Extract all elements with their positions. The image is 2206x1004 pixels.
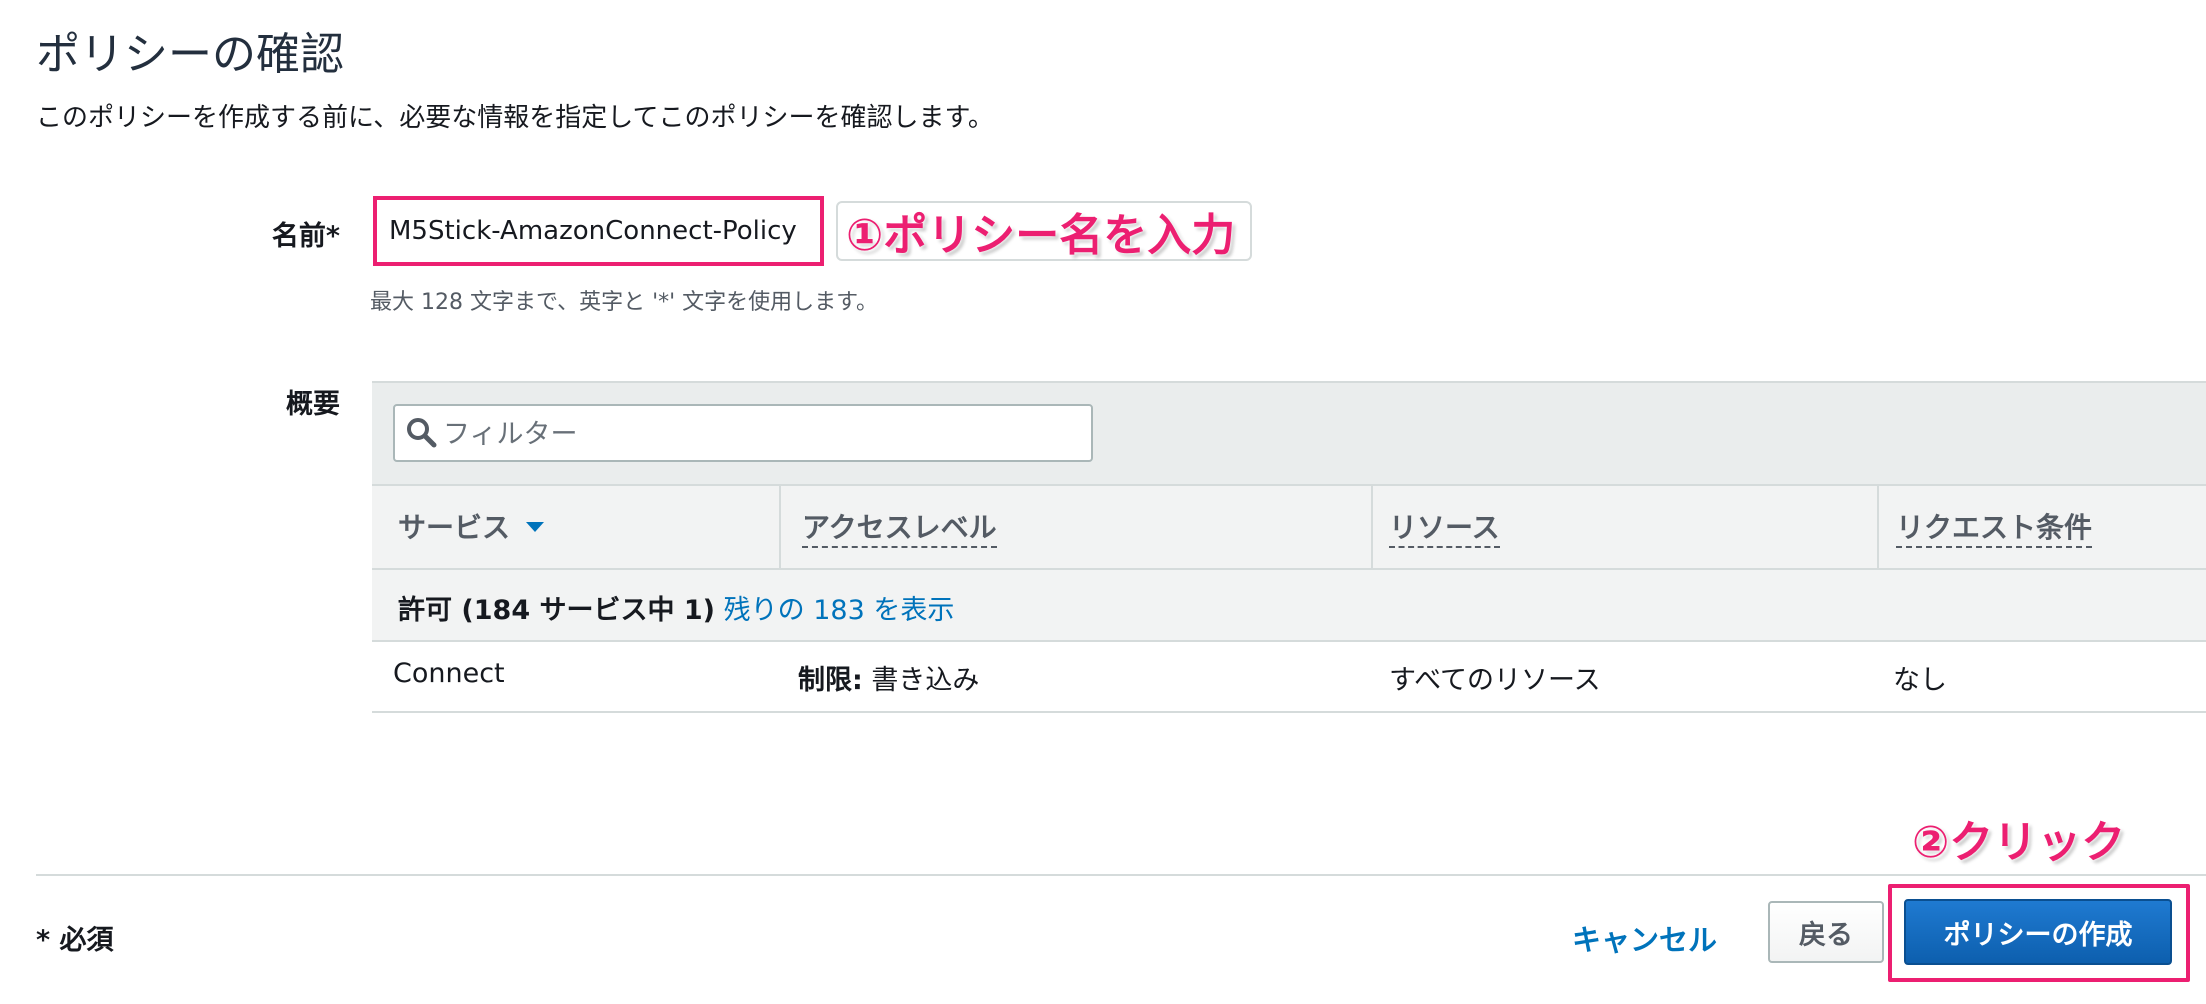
service-link-connect[interactable]: Connect <box>393 658 505 689</box>
access-level-value: 書き込み <box>871 665 980 696</box>
column-header-request-condition-label: リクエスト条件 <box>1896 511 2093 548</box>
column-header-request-condition[interactable]: リクエスト条件 <box>1896 506 2093 548</box>
cancel-button[interactable]: キャンセル <box>1572 917 1717 959</box>
page-title: ポリシーの確認 <box>36 29 344 80</box>
column-divider <box>1371 484 1373 570</box>
column-header-access-level[interactable]: アクセスレベル <box>802 506 997 548</box>
name-hint: 最大 128 文字まで、英字と '*' 文字を使用します。 <box>370 290 878 315</box>
column-header-service-label: サービス <box>398 511 511 544</box>
name-label: 名前* <box>271 221 340 252</box>
sort-desc-icon[interactable] <box>526 522 545 532</box>
show-remaining-link[interactable]: 残りの 183 を表示 <box>724 595 955 626</box>
annotation-click: ②クリック <box>1912 817 2126 868</box>
column-divider <box>1877 484 1879 570</box>
allow-group-text: 許可 (184 サービス中 1) 残りの 183 を表示 <box>398 588 954 627</box>
request-condition-cell: なし <box>1893 665 1947 696</box>
filter-input[interactable] <box>441 406 1085 462</box>
create-policy-button[interactable]: ポリシーの作成 <box>1904 899 2172 965</box>
back-button[interactable]: 戻る <box>1768 901 1884 963</box>
search-icon <box>407 418 437 448</box>
column-header-service[interactable]: サービス <box>398 506 545 546</box>
summary-label: 概要 <box>286 389 340 420</box>
resource-cell: すべてのリソース <box>1389 665 1601 696</box>
column-divider <box>779 484 781 570</box>
column-header-resource-label: リソース <box>1389 511 1500 548</box>
column-header-resource[interactable]: リソース <box>1389 506 1500 548</box>
column-header-access-level-label: アクセスレベル <box>802 511 997 548</box>
policy-name-input[interactable] <box>373 196 824 266</box>
annotation-enter-policy-name: ①ポリシー名を入力 <box>846 210 1236 261</box>
access-level-prefix: 制限: <box>798 665 863 696</box>
footer-divider <box>36 874 2206 876</box>
required-note: * 必須 <box>36 925 114 956</box>
page-description: このポリシーを作成する前に、必要な情報を指定してこのポリシーを確認します。 <box>36 103 994 133</box>
access-level-cell: 制限: 書き込み <box>798 658 979 697</box>
allow-count-label: 許可 (184 サービス中 1) <box>398 595 716 626</box>
